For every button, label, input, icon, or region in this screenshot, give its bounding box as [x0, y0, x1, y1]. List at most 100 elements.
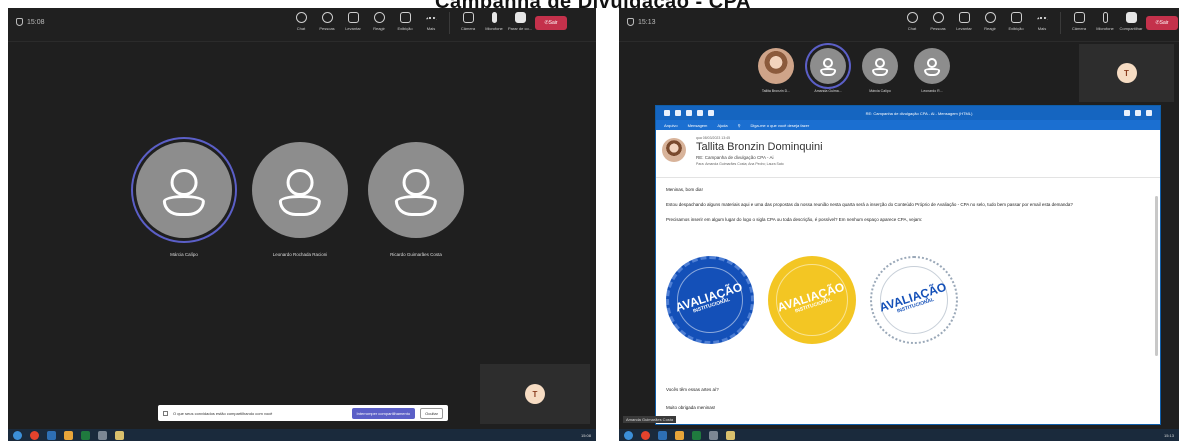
people-button[interactable]: Pessoas	[927, 12, 949, 31]
chat-icon	[906, 12, 918, 23]
mic-button[interactable]: Microfone	[483, 12, 505, 31]
participant-name: Tallita Bronzin D...	[761, 89, 791, 93]
people-icon	[321, 12, 333, 23]
folder-icon[interactable]	[675, 430, 684, 440]
meeting-timer: 15:13	[627, 18, 656, 26]
stop-share-button[interactable]: Parar de co...	[508, 12, 532, 31]
react-button[interactable]: Reagir	[979, 12, 1001, 31]
app-icon[interactable]	[709, 430, 718, 440]
self-view[interactable]: T	[480, 364, 590, 424]
windows-start-icon[interactable]	[624, 430, 633, 440]
tell-me-search[interactable]: Diga-me o que você deseja fazer	[751, 123, 810, 128]
participant-tile[interactable]: Márcia Calípo	[129, 142, 239, 257]
tool-label: Microfone	[1096, 26, 1114, 31]
camera-button[interactable]: Câmera	[1068, 12, 1090, 31]
notes-icon[interactable]	[115, 430, 124, 440]
word-icon[interactable]	[658, 430, 667, 440]
undo-icon[interactable]	[675, 110, 681, 116]
participant-tile[interactable]: Ricardo Guimarães Costa	[361, 142, 471, 257]
self-avatar: T	[1116, 63, 1137, 83]
shared-email-window[interactable]: RE: Campanha de divulgação CPA - Ai - Me…	[655, 105, 1161, 425]
tool-label: Reagir	[373, 26, 385, 31]
mic-button[interactable]: Microfone	[1094, 12, 1116, 31]
folder-icon[interactable]	[64, 430, 73, 440]
view-button[interactable]: Exibição	[1005, 12, 1027, 31]
checkbox[interactable]	[163, 410, 168, 416]
mic-icon	[491, 12, 497, 23]
email-ribbon: Arquivo Mensagem Ajuda ⚲ Diga-me o que v…	[656, 120, 1160, 130]
more-button[interactable]: Mais	[420, 12, 442, 31]
people-button[interactable]: Pessoas	[316, 12, 338, 31]
person-icon	[874, 58, 886, 69]
timer-text: 15:13	[638, 18, 656, 26]
email-subject: RE: Campanha de divulgação CPA - Ai	[696, 155, 774, 160]
person-icon	[286, 168, 314, 196]
stamp-yellow: AVALIAÇÃO INSTITUCIONAL	[768, 256, 856, 344]
toolbar-divider	[449, 12, 450, 34]
minimize-icon[interactable]	[1124, 110, 1130, 116]
tool-label: Mais	[1037, 26, 1047, 31]
self-view[interactable]: T	[1079, 44, 1174, 102]
view-button[interactable]: Exibição	[394, 12, 416, 31]
redo-icon[interactable]	[686, 110, 692, 116]
avatar	[252, 142, 348, 238]
hide-button[interactable]: Ocultar	[420, 407, 443, 419]
ribbon-tab-file[interactable]: Arquivo	[664, 123, 678, 128]
leave-label: Sair	[1159, 20, 1169, 26]
windows-start-icon[interactable]	[13, 430, 22, 440]
app-icon[interactable]	[98, 430, 107, 440]
participant-tile[interactable]: Amanda Guima...	[805, 48, 851, 93]
chrome-icon[interactable]	[30, 430, 39, 440]
tool-label: Chat	[296, 26, 306, 31]
participant-tile[interactable]: Márcia Calípo	[857, 48, 903, 93]
react-button[interactable]: Reagir	[368, 12, 390, 31]
camera-icon	[462, 12, 474, 23]
participant-name: Márcia Calípo	[869, 89, 891, 93]
sender-avatar	[662, 138, 686, 162]
more-icon	[425, 17, 437, 23]
maximize-icon[interactable]	[1135, 110, 1141, 116]
email-title-bar: RE: Campanha de divulgação CPA - Ai - Me…	[656, 106, 1160, 120]
participant-tile[interactable]: Leonardo R...	[909, 48, 955, 93]
down-icon[interactable]	[708, 110, 714, 116]
chat-button[interactable]: Chat	[290, 12, 312, 31]
raise-hand-button[interactable]: Levantar	[953, 12, 975, 31]
share-button[interactable]: Compartilhar	[1120, 12, 1142, 31]
share-notice-bar: O que seus convidados estão compartilhan…	[158, 405, 448, 421]
people-icon	[932, 12, 944, 23]
camera-button[interactable]: Câmera	[457, 12, 479, 31]
person-icon-body	[820, 67, 836, 76]
leave-button[interactable]: ✆ Sair	[535, 16, 567, 30]
email-date: qua 08/03/2023 13:45	[696, 136, 731, 140]
close-icon[interactable]	[1146, 110, 1152, 116]
scrollbar[interactable]	[1155, 196, 1158, 356]
tool-label: Câmera	[1071, 26, 1087, 31]
tool-label: Compartilhar	[1119, 26, 1143, 31]
participant-tile[interactable]: Leonardo Rochada Racioni	[245, 142, 355, 257]
excel-icon[interactable]	[692, 430, 701, 440]
participant-tile[interactable]: Tallita Bronzin D...	[753, 48, 799, 93]
tool-label: Câmera	[460, 26, 476, 31]
word-icon[interactable]	[47, 430, 56, 440]
avatar	[810, 48, 846, 84]
more-button[interactable]: Mais	[1031, 12, 1053, 31]
save-icon[interactable]	[664, 110, 670, 116]
leave-button[interactable]: ✆ Sair	[1146, 16, 1178, 30]
tool-label: Reagir	[984, 26, 996, 31]
meeting-toolbar: Chat Pessoas Levantar Reagir Exibição Ma…	[290, 12, 567, 34]
ribbon-tab-help[interactable]: Ajuda	[717, 123, 727, 128]
meeting-top-bar: 15:13 Chat Pessoas Levantar Reagir Exibi…	[619, 8, 1179, 42]
up-icon[interactable]	[697, 110, 703, 116]
chrome-icon[interactable]	[641, 430, 650, 440]
stop-sharing-button[interactable]: Interromper compartilhamento	[351, 407, 416, 419]
hand-icon	[958, 12, 970, 23]
email-paragraph: Precisamos inserir em algum lugar do log…	[666, 217, 923, 223]
lightbulb-icon: ⚲	[737, 122, 741, 128]
chat-button[interactable]: Chat	[901, 12, 923, 31]
email-paragraph: Estou despachando alguns materiais aqui …	[666, 202, 1073, 208]
share-icon	[514, 12, 526, 23]
notes-icon[interactable]	[726, 430, 735, 440]
raise-hand-button[interactable]: Levantar	[342, 12, 364, 31]
excel-icon[interactable]	[81, 430, 90, 440]
ribbon-tab-message[interactable]: Mensagem	[688, 123, 708, 128]
